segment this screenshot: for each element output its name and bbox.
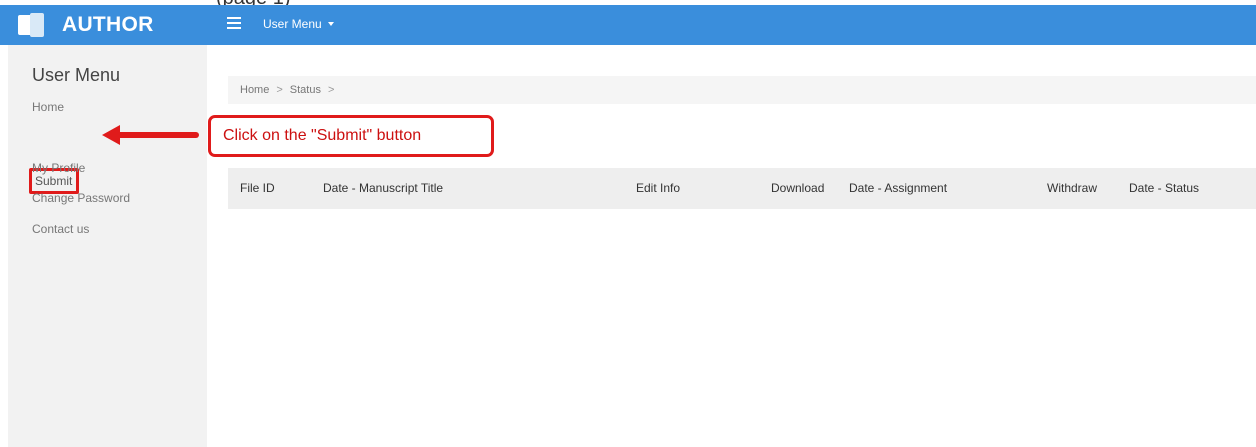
hamburger-menu-icon[interactable] xyxy=(227,17,241,31)
column-header-withdraw: Withdraw xyxy=(1047,181,1098,195)
annotation-callout-text: Click on the "Submit" button xyxy=(223,127,422,144)
brand[interactable]: AUTHOR xyxy=(12,5,208,45)
breadcrumb-separator: > xyxy=(276,84,283,96)
column-header-assignment: Date - Assignment xyxy=(849,181,948,195)
column-header-download: Download xyxy=(771,181,825,195)
sidebar-item-my-profile[interactable]: My Profile xyxy=(32,161,85,175)
sidebar-item-home[interactable]: Home xyxy=(32,100,64,114)
book-logo-icon xyxy=(18,13,48,37)
sidebar-item-contact-us[interactable]: Contact us xyxy=(32,222,89,236)
user-menu-dropdown[interactable]: User Menu xyxy=(263,17,334,31)
breadcrumb-item-status[interactable]: Status xyxy=(290,84,321,96)
breadcrumb-item-home[interactable]: Home xyxy=(240,84,269,96)
sidebar-title: User Menu xyxy=(32,65,121,85)
column-header-manuscript-title: Date - Manuscript Title xyxy=(323,181,444,195)
caret-down-icon xyxy=(327,22,334,26)
brand-title: AUTHOR xyxy=(62,13,154,36)
top-navbar: AUTHOR User Menu xyxy=(0,5,1256,45)
sidebar: User Menu Home Submit My Profile Change … xyxy=(8,45,207,447)
breadcrumb-separator: > xyxy=(327,84,335,96)
breadcrumb: Home > Status > xyxy=(228,76,1256,104)
column-header-edit-info: Edit Info xyxy=(636,181,681,195)
sidebar-item-change-password[interactable]: Change Password xyxy=(32,191,130,205)
column-header-file-id: File ID xyxy=(240,181,275,195)
column-header-status: Date - Status xyxy=(1129,181,1200,195)
user-menu-label: User Menu xyxy=(263,17,322,31)
annotation-callout: Click on the "Submit" button xyxy=(208,115,494,157)
annotation-arrow-icon xyxy=(102,125,199,145)
status-table-header: File ID Date - Manuscript Title Edit Inf… xyxy=(228,168,1256,209)
